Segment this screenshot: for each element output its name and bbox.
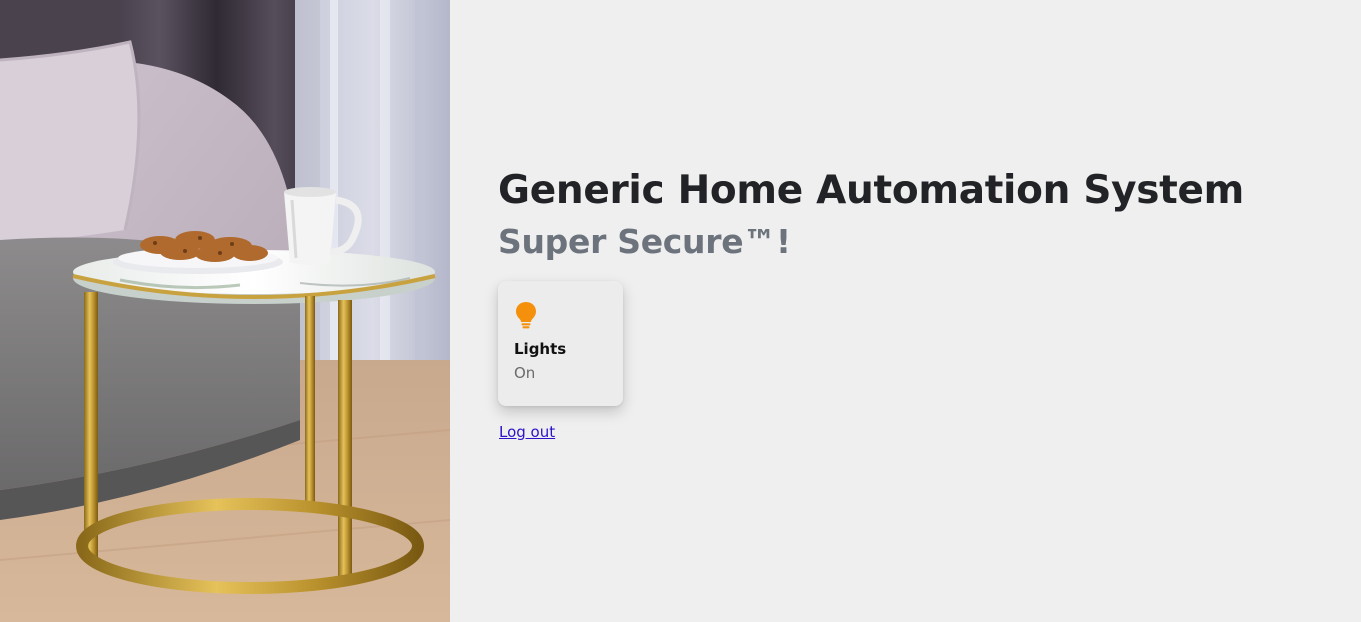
title-subtitle: Super Secure™! <box>498 222 791 261</box>
hero-image <box>0 0 450 622</box>
lightbulb-icon <box>516 302 536 329</box>
logout-link[interactable]: Log out <box>499 423 555 441</box>
title-text: Generic Home Automation System <box>498 168 1245 213</box>
page-title: Generic Home Automation System Super Sec… <box>498 166 1298 267</box>
device-card-lights[interactable]: Lights On <box>498 281 623 406</box>
device-state: On <box>514 364 536 382</box>
device-label: Lights <box>514 340 567 358</box>
living-room-photo <box>0 0 450 622</box>
main-content: Generic Home Automation System Super Sec… <box>450 0 1361 622</box>
page: Generic Home Automation System Super Sec… <box>0 0 1361 622</box>
